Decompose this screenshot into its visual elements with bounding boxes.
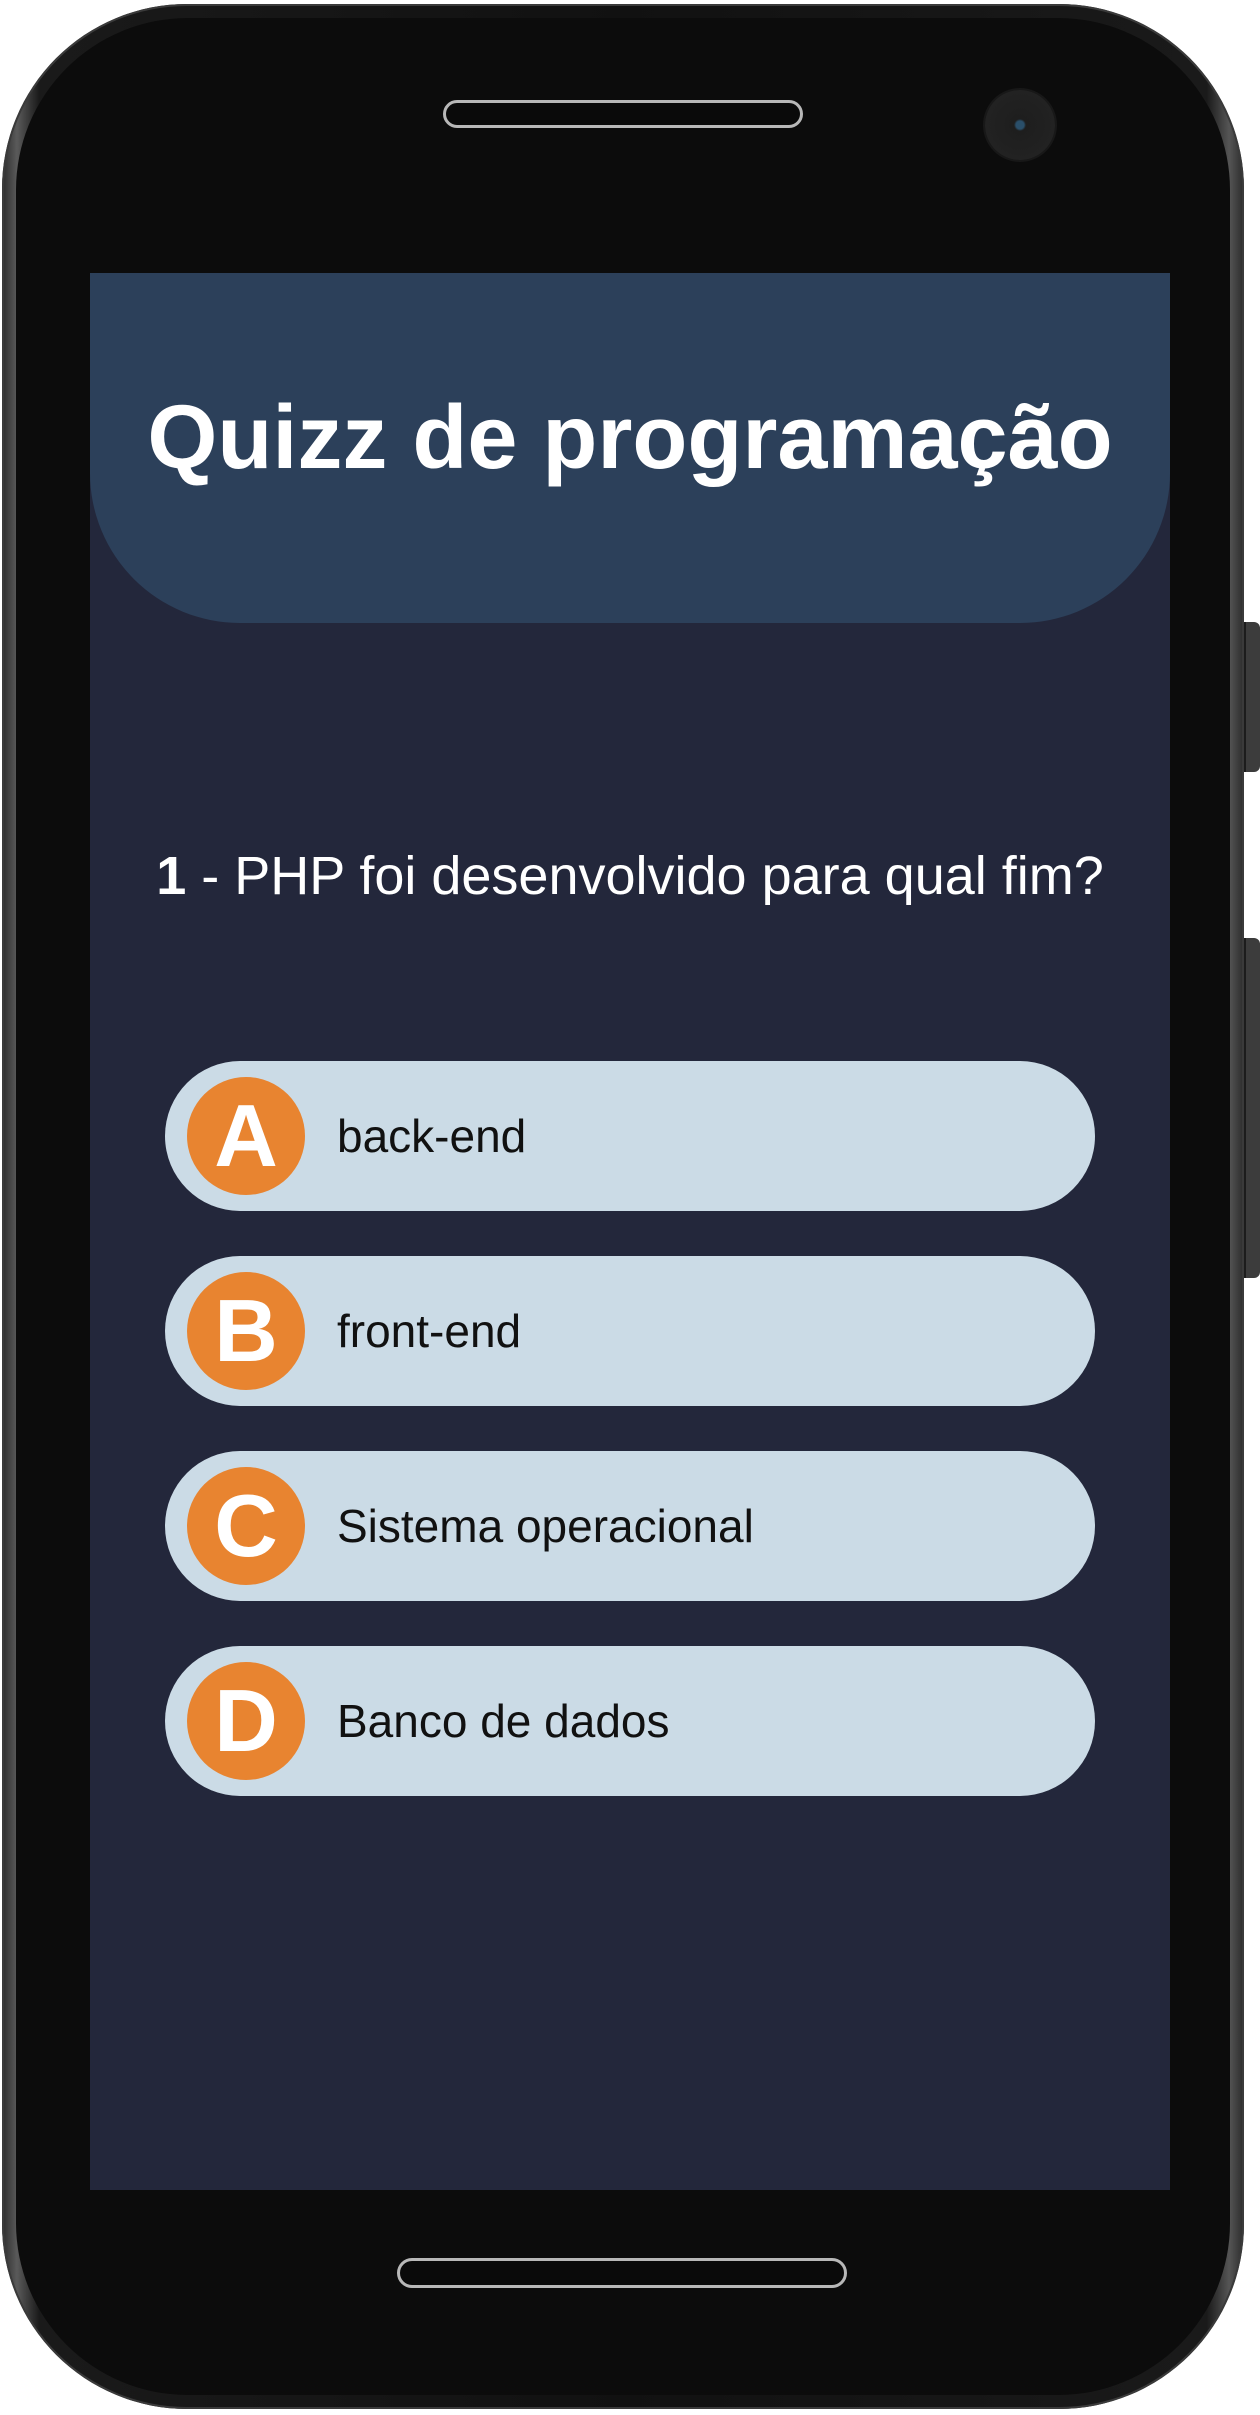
option-b-button[interactable]: B front-end — [165, 1256, 1095, 1406]
question-number: 1 — [156, 846, 187, 906]
volume-button — [1244, 622, 1260, 772]
option-letter-badge: B — [187, 1272, 305, 1390]
option-c-button[interactable]: C Sistema operacional — [165, 1451, 1095, 1601]
power-button — [1244, 938, 1260, 1278]
question-body: PHP foi desenvolvido para qual fim? — [234, 846, 1104, 906]
option-letter-badge: D — [187, 1662, 305, 1780]
option-letter-badge: A — [187, 1077, 305, 1195]
option-label: Sistema operacional — [337, 1500, 754, 1552]
option-label: front-end — [337, 1305, 522, 1357]
earpiece-speaker — [443, 100, 803, 128]
device-frame: Quizz de programação 1 - PHP foi desenvo… — [0, 0, 1260, 2415]
question-text: 1 - PHP foi desenvolvido para qual fim? — [150, 843, 1110, 909]
option-label: Banco de dados — [337, 1695, 670, 1747]
option-letter-badge: C — [187, 1467, 305, 1585]
option-a-button[interactable]: A back-end — [165, 1061, 1095, 1211]
app-header: Quizz de programação — [90, 273, 1170, 623]
front-camera — [985, 90, 1055, 160]
question-separator: - — [186, 846, 235, 906]
app-screen: Quizz de programação 1 - PHP foi desenvo… — [90, 273, 1170, 2190]
option-label: back-end — [337, 1110, 527, 1162]
answer-options: A back-end B front-end C Sistema operaci… — [165, 1061, 1095, 1841]
bottom-speaker — [397, 2258, 847, 2288]
option-d-button[interactable]: D Banco de dados — [165, 1646, 1095, 1796]
app-title: Quizz de programação — [147, 388, 1113, 488]
